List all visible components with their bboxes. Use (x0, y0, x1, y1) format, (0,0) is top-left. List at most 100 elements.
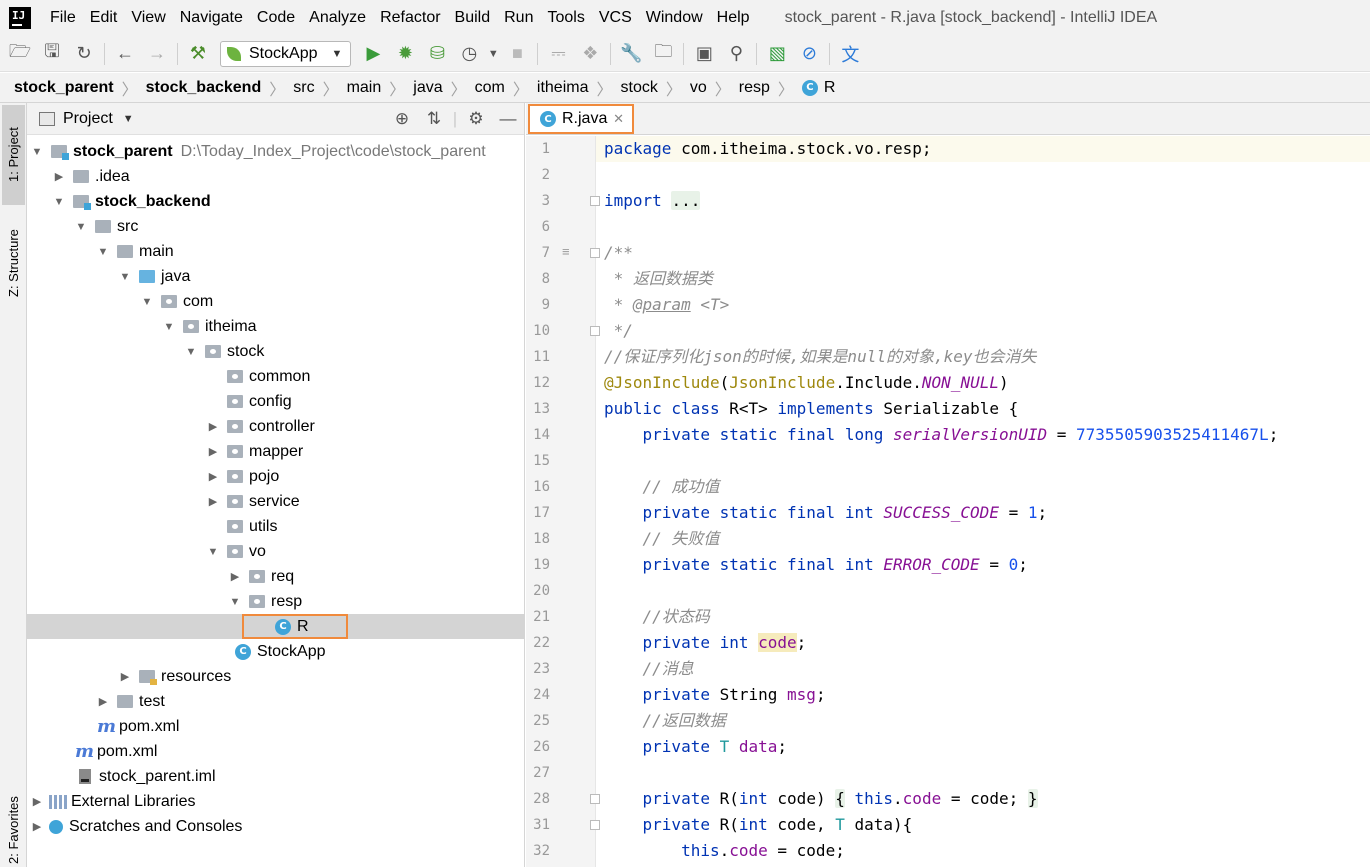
collapsed-arrow-icon[interactable]: ▶ (229, 570, 241, 583)
tree-node[interactable]: ▼ itheima (27, 314, 525, 339)
tree-node[interactable]: ▼ vo (27, 539, 525, 564)
forward-arrow-icon[interactable]: → (141, 39, 173, 69)
tree-node[interactable]: ▼ resp (27, 589, 525, 614)
tree-node[interactable]: config (27, 389, 525, 414)
expanded-arrow-icon[interactable]: ▼ (119, 271, 131, 283)
menu-window[interactable]: Window (639, 0, 710, 36)
tree-node[interactable]: ▶ service (27, 489, 525, 514)
chevron-down-icon[interactable]: ▼ (123, 113, 134, 125)
rendered-doc-icon[interactable]: ≡ (562, 244, 570, 259)
breadcrumb-item[interactable]: stock_parent (14, 79, 114, 97)
power-save-icon[interactable]: ⊘ (793, 39, 825, 69)
tree-node[interactable]: ▶ pojo (27, 464, 525, 489)
folded-imports[interactable]: ... (671, 191, 701, 210)
coverage-icon[interactable]: ⛁ (421, 39, 453, 69)
collapsed-arrow-icon[interactable]: ▶ (119, 670, 131, 683)
menu-view[interactable]: View (124, 0, 172, 36)
tree-node[interactable]: ▼ stock_parent D:\Today_Index_Project\cod… (27, 139, 525, 164)
tree-node[interactable]: ▼ main (27, 239, 525, 264)
tree-node[interactable]: ▼ stock_backend (27, 189, 525, 214)
collapsed-arrow-icon[interactable]: ▶ (207, 445, 219, 458)
collapsed-arrow-icon[interactable]: ▶ (31, 795, 43, 808)
menu-refactor[interactable]: Refactor (373, 0, 447, 36)
search-icon[interactable]: ⚲ (720, 39, 752, 69)
tree-node[interactable]: m pom.xml (27, 714, 525, 739)
breadcrumb-item[interactable]: java (413, 79, 442, 97)
locate-crosshair-icon[interactable]: ⊕ (386, 109, 418, 129)
tree-node[interactable]: utils (27, 514, 525, 539)
menu-tools[interactable]: Tools (540, 0, 591, 36)
expanded-arrow-icon[interactable]: ▼ (75, 221, 87, 233)
menu-analyze[interactable]: Analyze (302, 0, 373, 36)
project-structure-icon[interactable]: 🗀 (647, 39, 679, 69)
close-icon[interactable]: ✕ (613, 111, 624, 127)
tree-node[interactable]: ▶ test (27, 689, 525, 714)
back-arrow-icon[interactable]: ← (109, 39, 141, 69)
tree-node[interactable]: ▶ .idea (27, 164, 525, 189)
chevron-down-icon[interactable]: ▼ (485, 39, 501, 69)
menu-file[interactable]: File (43, 0, 83, 36)
menu-help[interactable]: Help (710, 0, 757, 36)
tool-tab-structure[interactable]: Z: Structure (2, 213, 25, 313)
tree-node[interactable]: m pom.xml (27, 739, 525, 764)
tool-tab-project[interactable]: 1: Project (2, 105, 25, 205)
menu-edit[interactable]: Edit (83, 0, 125, 36)
breadcrumb-item[interactable]: vo (690, 79, 707, 97)
collapse-all-icon[interactable]: ⇅ (418, 109, 450, 129)
tree-node[interactable]: ▶ External Libraries (27, 789, 525, 814)
tree-node[interactable]: ▶ mapper (27, 439, 525, 464)
run-icon[interactable]: ▶ (357, 39, 389, 69)
tree-node[interactable]: ▼ java (27, 264, 525, 289)
collapsed-arrow-icon[interactable]: ▶ (97, 695, 109, 708)
tool-tab-favorites[interactable]: 2: Favorites (2, 793, 25, 867)
settings-wrench-icon[interactable]: 🔧 (615, 39, 647, 69)
breadcrumb-item[interactable]: itheima (537, 79, 589, 97)
gear-icon[interactable]: ⚙ (460, 109, 492, 129)
collapsed-arrow-icon[interactable]: ▶ (207, 470, 219, 483)
profile-icon[interactable]: ◷ (453, 39, 485, 69)
breadcrumb-item[interactable]: stock_backend (146, 79, 262, 97)
terminal-icon[interactable]: ▣ (688, 39, 720, 69)
expanded-arrow-icon[interactable]: ▼ (207, 546, 219, 558)
menu-code[interactable]: Code (250, 0, 302, 36)
build-hammer-icon[interactable]: ⚒ (182, 39, 214, 69)
run-configuration-select[interactable]: StockApp ▼ (220, 40, 352, 67)
menu-navigate[interactable]: Navigate (173, 0, 250, 36)
breadcrumb-item[interactable]: main (347, 79, 382, 97)
tree-node[interactable]: ▶ Scratches and Consoles (27, 814, 525, 839)
tree-node[interactable]: ▶ req (27, 564, 525, 589)
stop-icon[interactable]: ■ (501, 39, 533, 69)
translate-icon[interactable]: 文 (834, 39, 866, 69)
tree-node[interactable]: ▼ stock (27, 339, 525, 364)
menu-vcs[interactable]: VCS (592, 0, 639, 36)
tree-node[interactable]: common (27, 364, 525, 389)
expanded-arrow-icon[interactable]: ▼ (53, 196, 65, 208)
open-folder-icon[interactable]: 🗁 (4, 39, 36, 69)
expanded-arrow-icon[interactable]: ▼ (185, 346, 197, 358)
breadcrumb-item-class[interactable]: CR (801, 79, 835, 97)
tree-node[interactable]: ▼ com (27, 289, 525, 314)
save-all-icon[interactable]: 🖫 (36, 39, 68, 69)
activity-monitor-icon[interactable]: ▧ (761, 39, 793, 69)
sync-icon[interactable]: ↻ (68, 39, 100, 69)
tree-node[interactable]: ▶ resources (27, 664, 525, 689)
breadcrumb-item[interactable]: com (475, 79, 505, 97)
breadcrumb-item[interactable]: resp (739, 79, 770, 97)
collapsed-arrow-icon[interactable]: ▶ (207, 420, 219, 433)
collapsed-arrow-icon[interactable]: ▶ (207, 495, 219, 508)
minimize-icon[interactable]: — (492, 109, 524, 129)
debug-bug-icon[interactable]: ✹ (389, 39, 421, 69)
expanded-arrow-icon[interactable]: ▼ (97, 246, 109, 258)
tree-node[interactable]: stock_parent.iml (27, 764, 525, 789)
expanded-arrow-icon[interactable]: ▼ (141, 296, 153, 308)
menu-build[interactable]: Build (448, 0, 498, 36)
tree-node[interactable]: ▼ src (27, 214, 525, 239)
breadcrumb-item[interactable]: stock (621, 79, 658, 97)
collapsed-arrow-icon[interactable]: ▶ (31, 820, 43, 833)
editor-tab-r-java[interactable]: C R.java ✕ (528, 104, 634, 134)
menu-run[interactable]: Run (497, 0, 540, 36)
tree-node[interactable]: ▶ controller (27, 414, 525, 439)
expanded-arrow-icon[interactable]: ▼ (229, 596, 241, 608)
collapsed-arrow-icon[interactable]: ▶ (53, 170, 65, 183)
attach-debugger-icon[interactable]: ⎓ (542, 39, 574, 69)
